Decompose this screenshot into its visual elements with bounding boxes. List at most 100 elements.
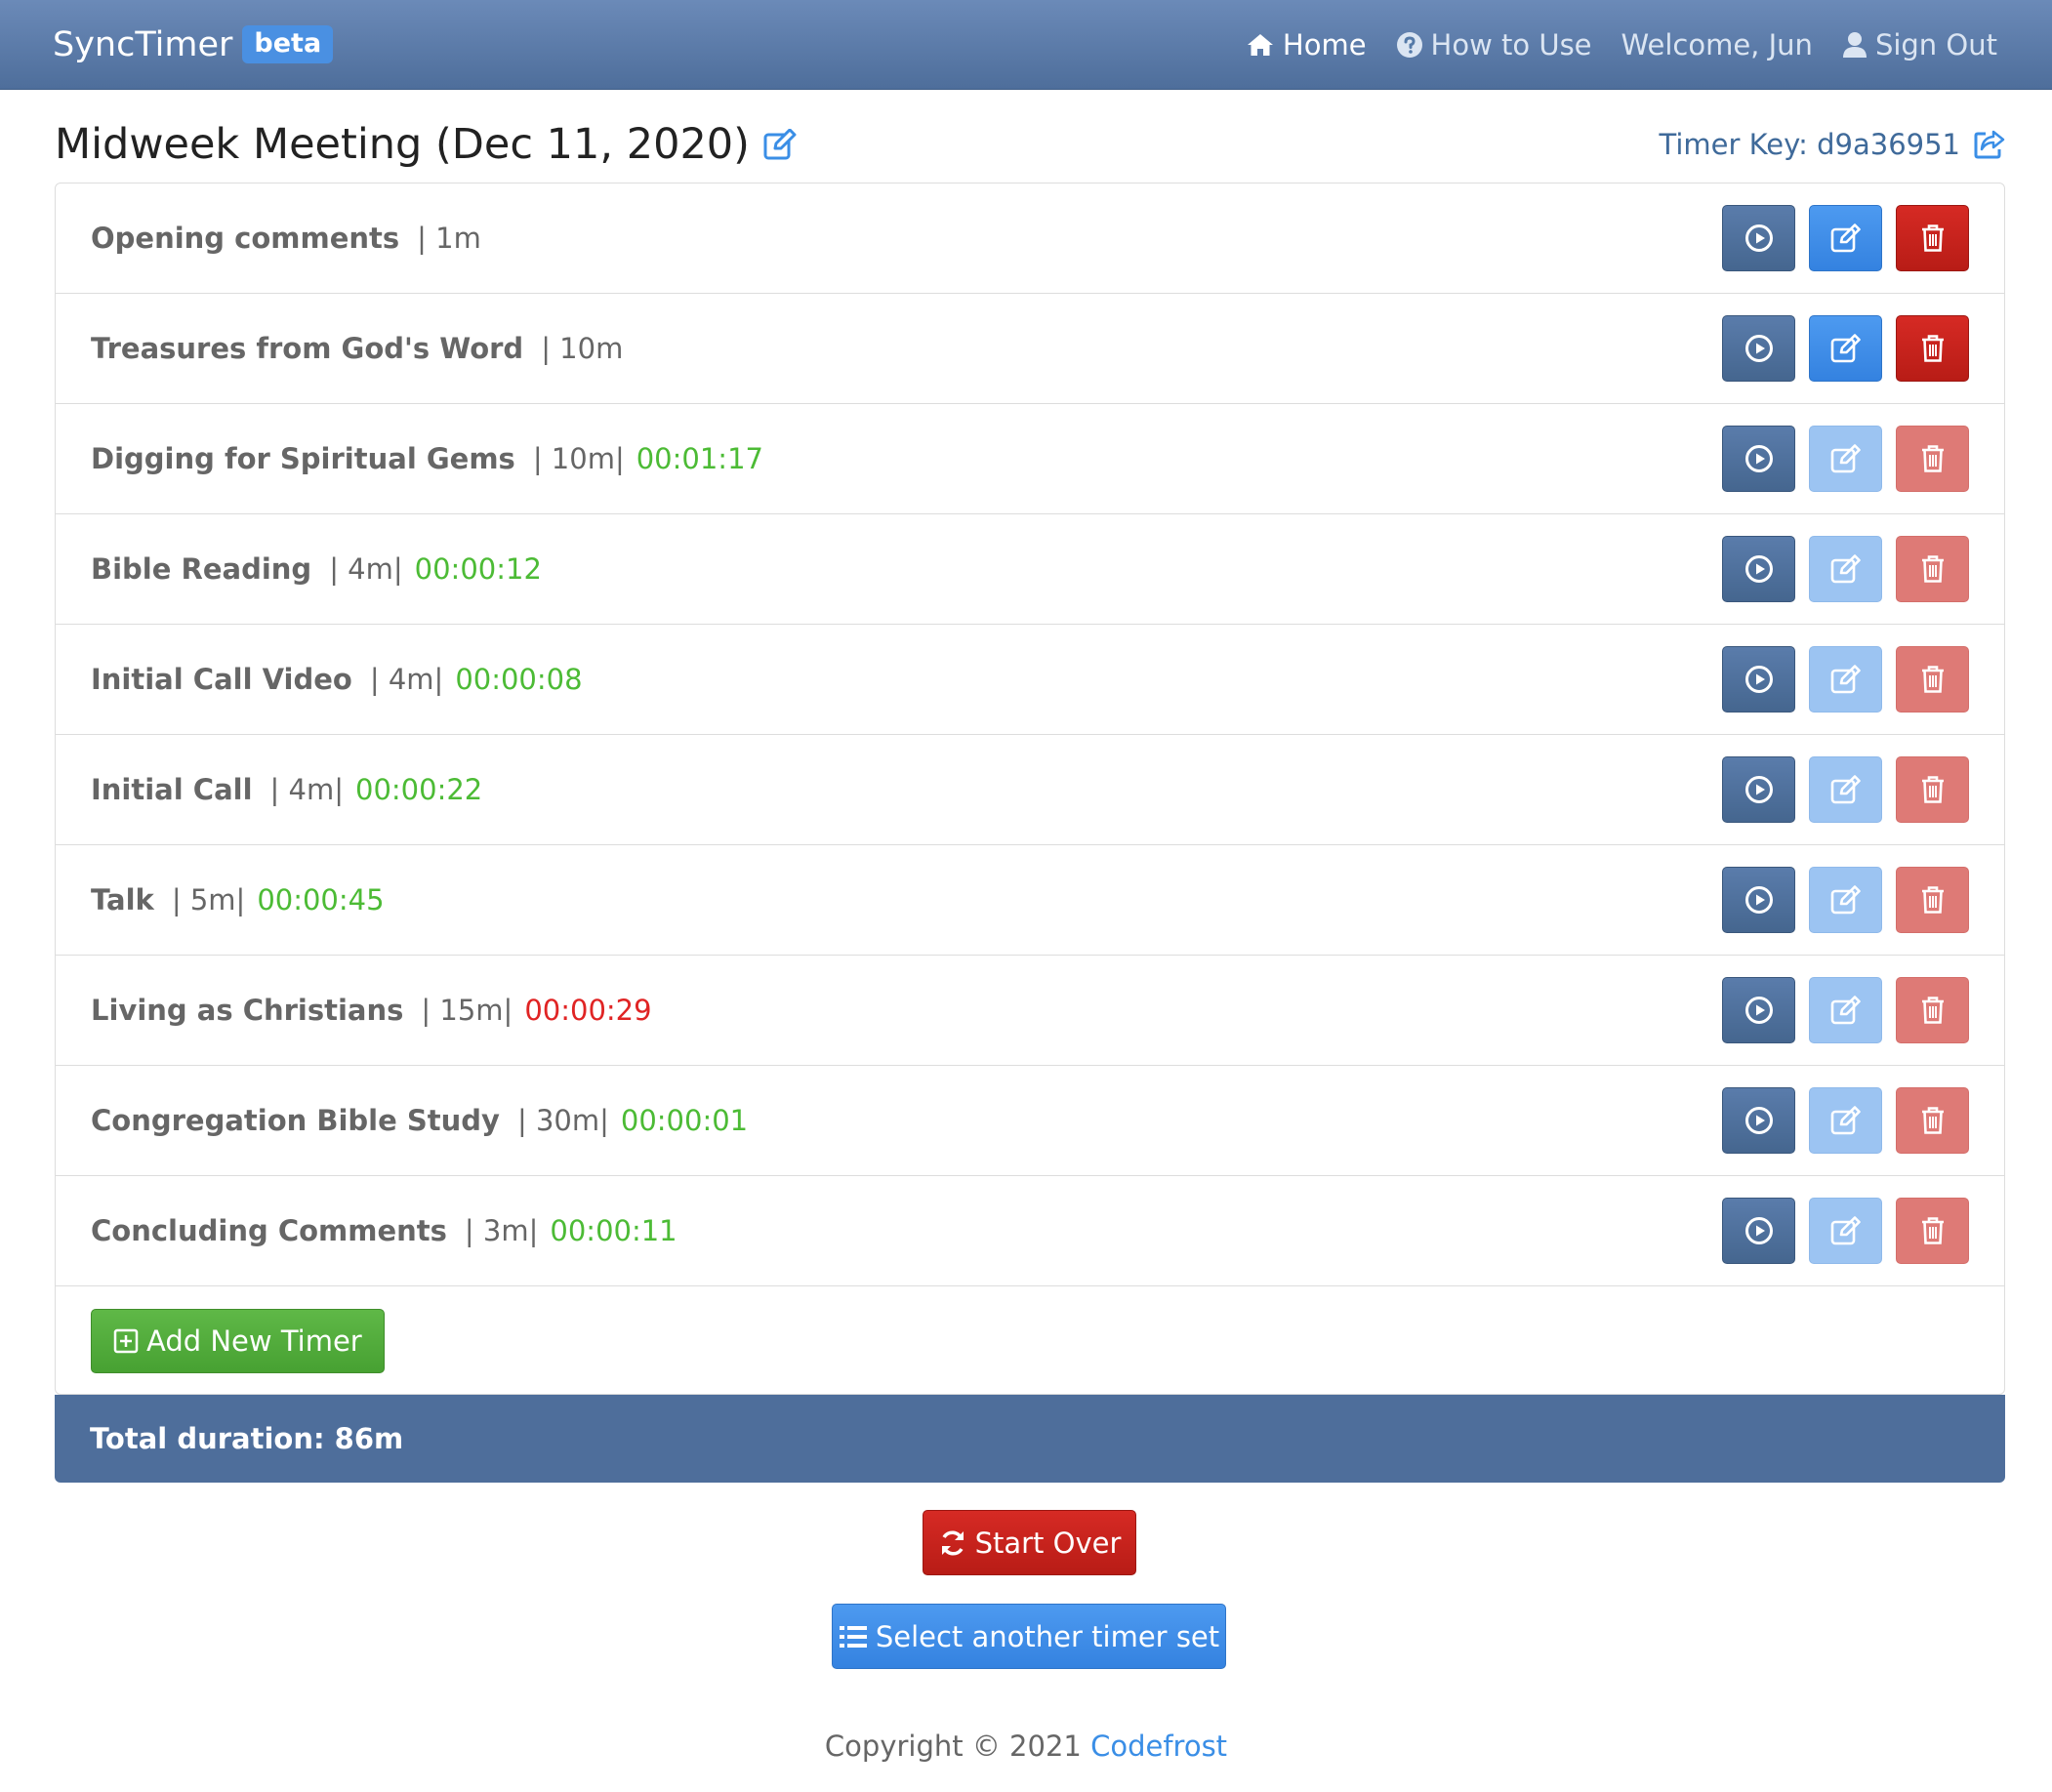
play-timer-button[interactable] [1722,756,1795,823]
edit-timer-button[interactable] [1809,205,1882,271]
play-circle-icon [1744,445,1773,472]
list-icon [839,1625,867,1648]
edit-timer-button[interactable] [1809,756,1882,823]
timer-row: Bible Reading | 4m| 00:00:12 [56,514,2004,625]
brand[interactable]: SyncTimer beta [53,25,334,64]
edit-timer-button[interactable] [1809,977,1882,1043]
timer-actions [1722,536,1969,602]
delete-timer-button[interactable] [1896,867,1969,933]
edit-icon [1830,224,1861,253]
timer-elapsed: 00:00:29 [524,994,652,1027]
play-circle-icon [1744,666,1773,693]
edit-title-icon[interactable] [763,129,797,160]
timer-name: Initial Call Video [91,663,352,696]
edit-timer-button[interactable] [1809,867,1882,933]
edit-timer-button[interactable] [1809,1087,1882,1154]
play-timer-button[interactable] [1722,977,1795,1043]
edit-icon [1830,334,1861,363]
edit-icon [1830,885,1861,915]
timer-label: Initial Call | 4m| 00:00:22 [91,773,482,806]
edit-timer-button[interactable] [1809,646,1882,713]
page-title: Midweek Meeting (Dec 11, 2020) [55,120,797,169]
home-icon [1247,33,1273,56]
delete-timer-button[interactable] [1896,315,1969,382]
edit-icon [1830,1106,1861,1135]
play-timer-button[interactable] [1722,867,1795,933]
timer-duration: | 10m| [532,442,625,475]
timer-actions [1722,315,1969,382]
add-new-timer-button[interactable]: Add New Timer [91,1308,385,1373]
timer-actions [1722,977,1969,1043]
trash-icon [1921,997,1944,1024]
timer-label: Initial Call Video | 4m| 00:00:08 [91,663,583,696]
timer-label: Concluding Comments | 3m| 00:00:11 [91,1214,677,1247]
timer-duration: | 1m [417,222,481,255]
timer-name: Concluding Comments [91,1214,447,1247]
delete-timer-button[interactable] [1896,1087,1969,1154]
timer-label: Treasures from God's Word | 10m [91,332,635,365]
delete-timer-button[interactable] [1896,426,1969,492]
play-circle-icon [1744,776,1773,803]
delete-timer-button[interactable] [1896,977,1969,1043]
edit-timer-button[interactable] [1809,426,1882,492]
timer-row: Treasures from God's Word | 10m [56,294,2004,404]
timer-name: Treasures from God's Word [91,332,524,365]
delete-timer-button[interactable] [1896,646,1969,713]
trash-icon [1921,555,1944,583]
nav-welcome[interactable]: Welcome, Jun [1621,28,1813,61]
edit-timer-button[interactable] [1809,1198,1882,1264]
nav-how-to-use[interactable]: How to Use [1396,28,1592,61]
edit-timer-button[interactable] [1809,315,1882,382]
play-timer-button[interactable] [1722,536,1795,602]
timer-row: Living as Christians | 15m| 00:00:29 [56,956,2004,1066]
play-timer-button[interactable] [1722,315,1795,382]
start-over-button[interactable]: Start Over [923,1510,1136,1575]
timer-actions [1722,867,1969,933]
select-timer-set-label: Select another timer set [875,1619,1220,1653]
play-circle-icon [1744,555,1773,583]
play-timer-button[interactable] [1722,205,1795,271]
timer-duration: | 4m| [269,773,344,806]
timer-duration: | 10m [541,332,624,365]
timer-name: Opening comments [91,222,400,255]
timer-row: Congregation Bible Study | 30m| 00:00:01 [56,1066,2004,1176]
timer-label: Opening comments | 1m [91,222,493,255]
trash-icon [1921,1217,1944,1244]
timer-elapsed: 00:00:11 [550,1214,677,1247]
delete-timer-button[interactable] [1896,1198,1969,1264]
nav-home[interactable]: Home [1246,28,1367,61]
edit-icon [1830,1216,1861,1245]
timer-actions [1722,756,1969,823]
trash-icon [1921,666,1944,693]
timer-actions [1722,426,1969,492]
nav-sign-out[interactable]: Sign Out [1842,28,1997,61]
total-duration-bar: Total duration: 86m [55,1395,2005,1483]
user-icon [1842,31,1867,58]
edit-timer-button[interactable] [1809,536,1882,602]
timer-actions [1722,205,1969,271]
play-circle-icon [1744,886,1773,914]
timer-key-text: Timer Key: d9a36951 [1659,128,1960,161]
codefrost-link[interactable]: Codefrost [1090,1730,1227,1763]
trash-icon [1921,776,1944,803]
share-icon[interactable] [1974,130,2005,159]
timer-key: Timer Key: d9a36951 [1660,128,2005,161]
play-timer-button[interactable] [1722,426,1795,492]
plus-square-icon [113,1328,139,1353]
play-timer-button[interactable] [1722,646,1795,713]
play-timer-button[interactable] [1722,1198,1795,1264]
play-timer-button[interactable] [1722,1087,1795,1154]
timer-label: Living as Christians | 15m| 00:00:29 [91,994,652,1027]
timer-actions [1722,1087,1969,1154]
timer-row: Concluding Comments | 3m| 00:00:11 [56,1176,2004,1286]
edit-icon [1830,444,1861,473]
timer-elapsed: 00:00:08 [455,663,583,696]
delete-timer-button[interactable] [1896,536,1969,602]
delete-timer-button[interactable] [1896,756,1969,823]
timer-row: Talk | 5m| 00:00:45 [56,845,2004,956]
timer-duration: | 3m| [464,1214,539,1247]
timer-row: Digging for Spiritual Gems | 10m| 00:01:17 [56,404,2004,514]
select-timer-set-button[interactable]: Select another timer set [832,1604,1226,1669]
delete-timer-button[interactable] [1896,205,1969,271]
copyright: Copyright © 2021 Codefrost [0,1730,2052,1763]
